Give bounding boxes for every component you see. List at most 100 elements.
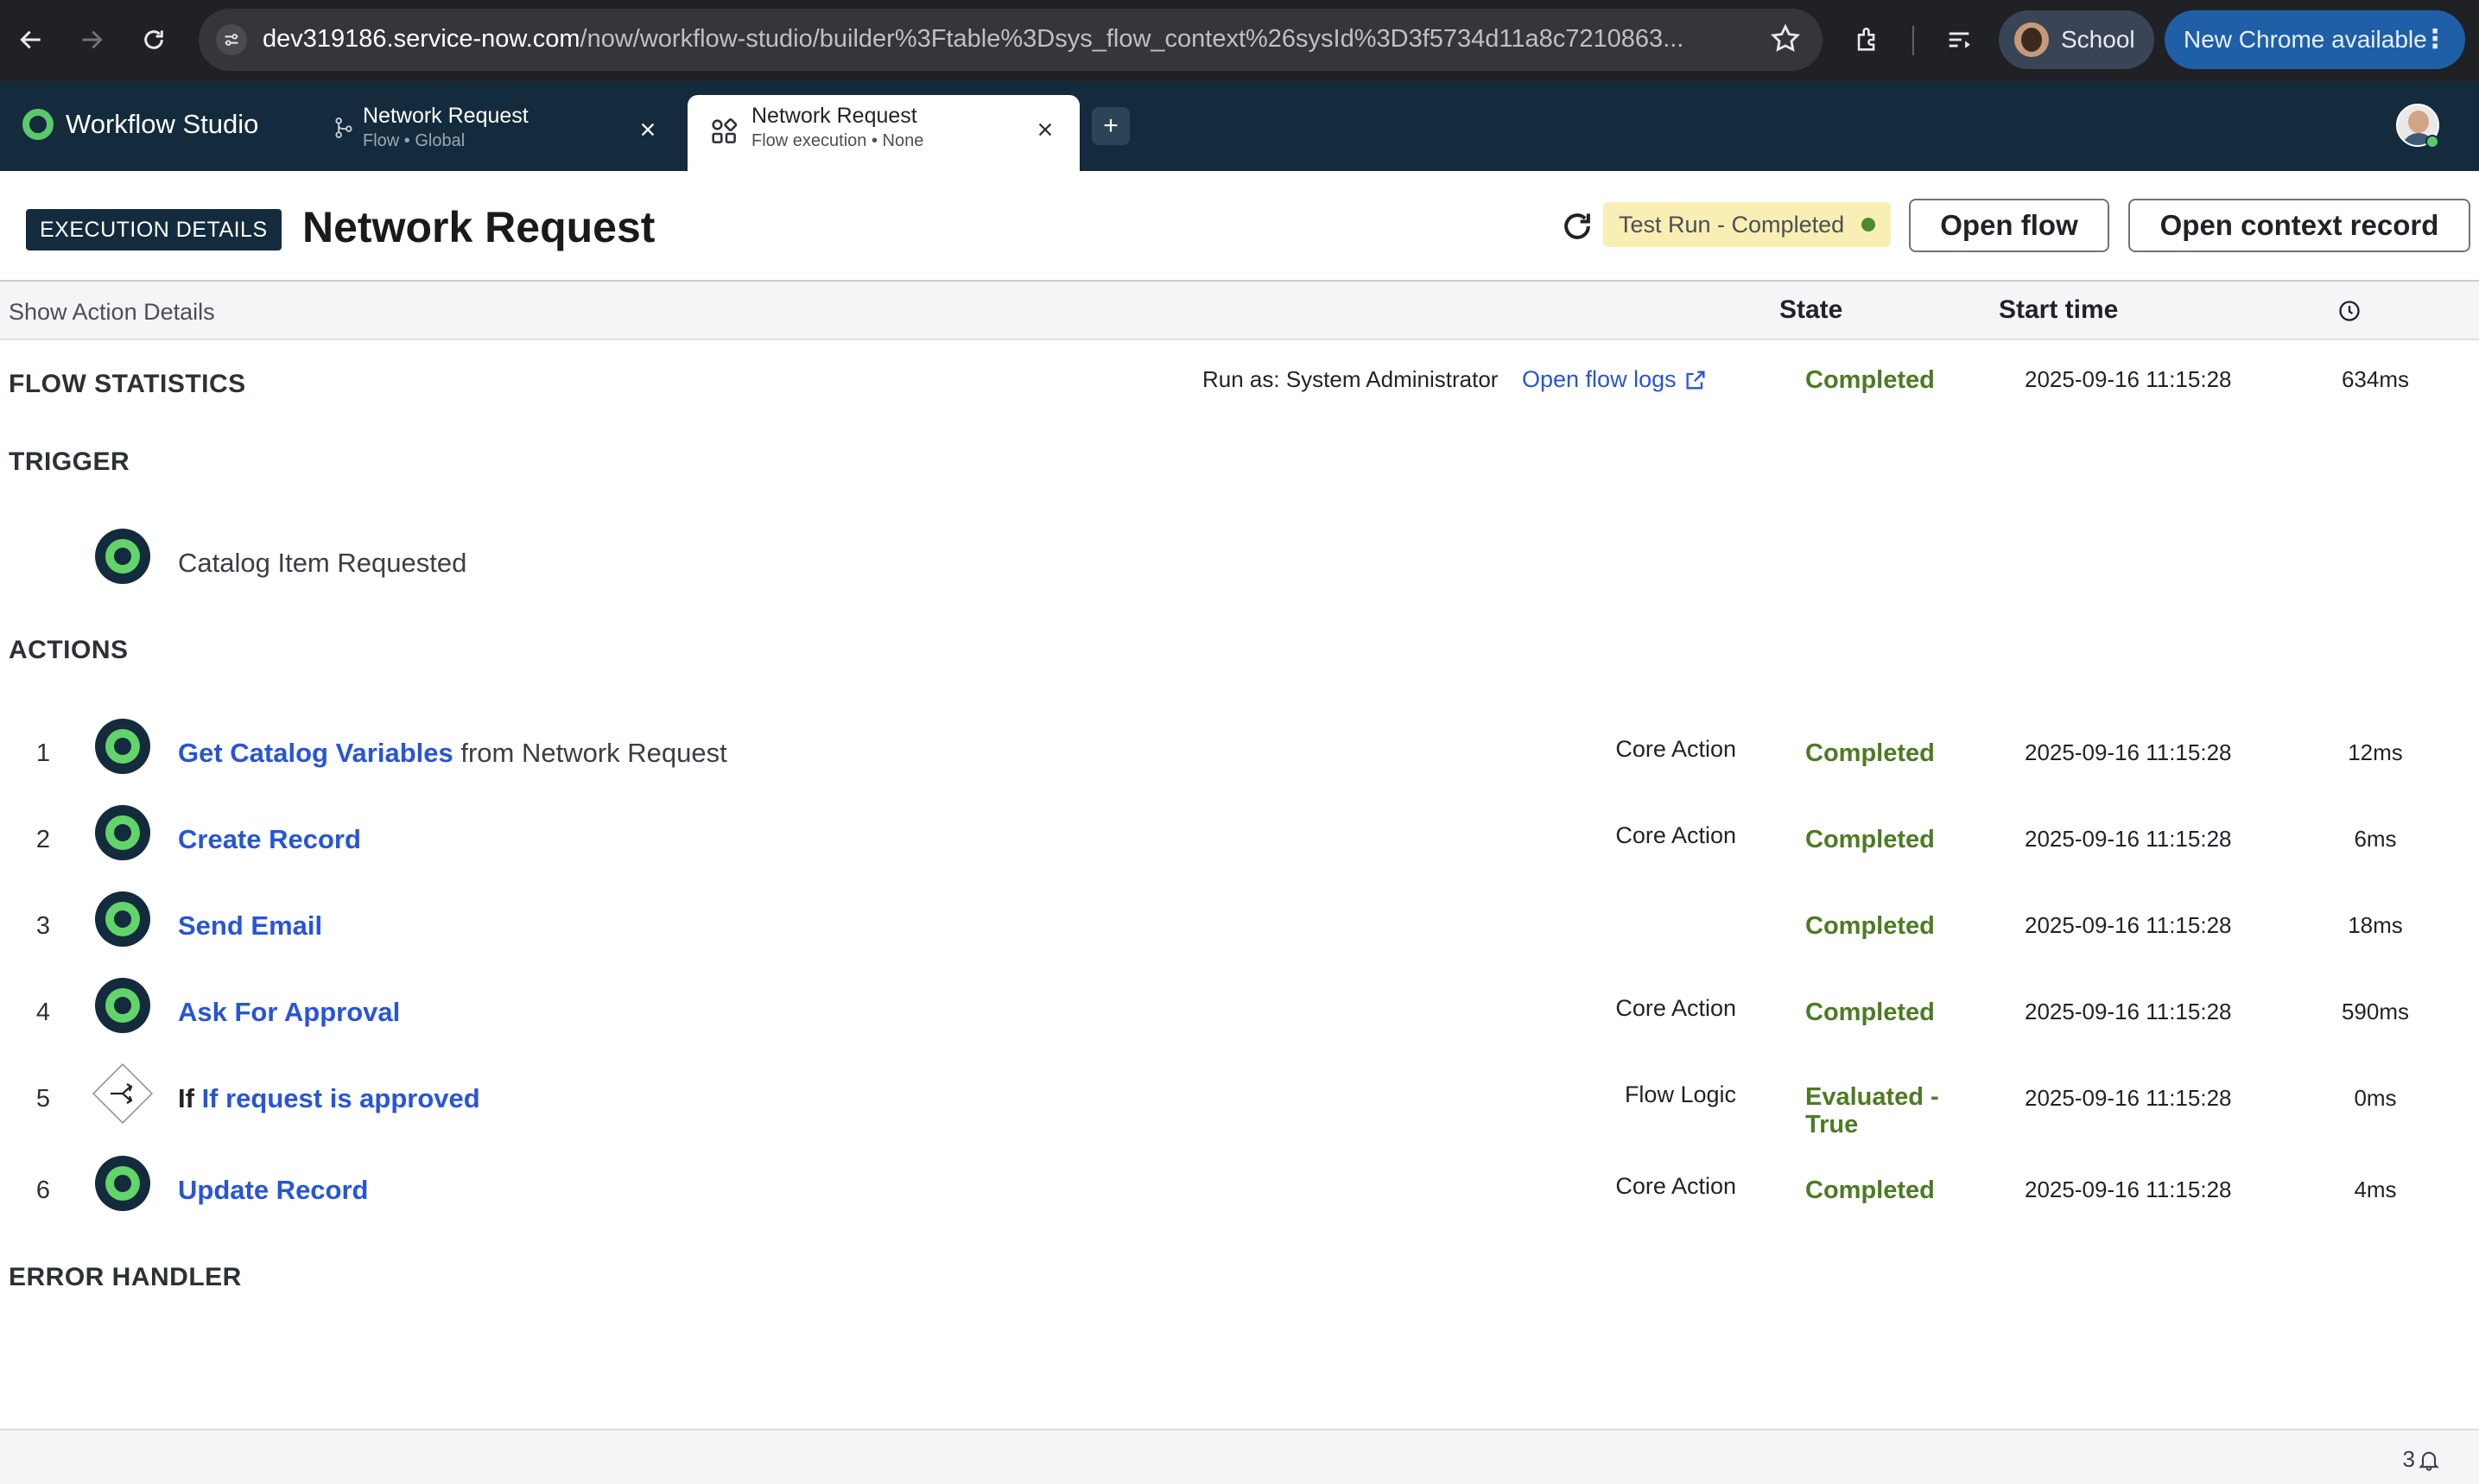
close-tab-icon[interactable] [632, 114, 663, 145]
close-tab-icon[interactable] [1030, 114, 1061, 145]
reload-icon[interactable] [133, 19, 174, 60]
if-prefix: If [178, 1083, 194, 1113]
flow-logic-branch-icon [88, 1059, 157, 1128]
action-start-time: 2025-09-16 11:15:28 [2025, 999, 2232, 1024]
flow-start-time: 2025-09-16 11:15:28 [2025, 366, 2232, 392]
bell-icon [2419, 1451, 2439, 1471]
clock-icon [2337, 299, 2362, 323]
condition-state: Evaluated - True [1805, 1083, 1939, 1138]
step-number: 6 [35, 1176, 51, 1204]
error-handler-heading: ERROR HANDLER [9, 1263, 242, 1291]
action-icon [95, 978, 150, 1033]
action-start-time: 2025-09-16 11:15:28 [2025, 1085, 2232, 1111]
site-settings-icon[interactable] [216, 24, 247, 55]
tab-subtitle: Flow execution • None [751, 131, 924, 150]
action-duration: 4ms [2354, 1176, 2397, 1202]
action-icon [95, 719, 150, 774]
profile-label: School [2061, 26, 2135, 53]
action-type: Core Action [1615, 995, 1736, 1021]
open-flow-logs-link[interactable]: Open flow logs [1522, 366, 1708, 393]
action-state: Completed [1805, 826, 1935, 853]
back-icon[interactable] [10, 19, 52, 60]
app-brand[interactable]: Workflow Studio [22, 109, 258, 140]
kebab-menu-icon[interactable]: ⋮ [2422, 24, 2448, 55]
presence-status-icon [2425, 135, 2439, 149]
trigger-icon [95, 529, 150, 584]
media-queue-icon[interactable] [1938, 19, 1980, 60]
step-number: 4 [35, 999, 51, 1026]
status-dot-icon [1861, 218, 1876, 231]
open-context-record-button[interactable]: Open context record [2128, 199, 2470, 252]
action-link[interactable]: Create Record [178, 824, 361, 854]
action-link[interactable]: Update Record [178, 1175, 368, 1205]
flow-execution-icon [708, 116, 743, 150]
action-duration: 18ms [2348, 912, 2403, 938]
action-link[interactable]: Send Email [178, 910, 322, 941]
action-state: Completed [1805, 912, 1935, 940]
extensions-icon[interactable] [1847, 19, 1888, 60]
tab-flow[interactable]: Network Request Flow • Global [311, 95, 682, 171]
step-number: 1 [35, 739, 51, 767]
tab-subtitle: Flow • Global [363, 131, 466, 150]
toolbar-divider [1912, 26, 1914, 55]
step-label: Create Record [178, 824, 361, 855]
profile-button[interactable]: School [1999, 10, 2154, 69]
url-text: dev319186.service-now.com/now/workflow-s… [263, 25, 1684, 53]
forward-icon[interactable] [71, 19, 112, 60]
update-label: New Chrome available [2184, 26, 2427, 53]
action-type: Core Action [1615, 1173, 1736, 1199]
action-start-time: 2025-09-16 11:15:28 [2025, 1176, 2232, 1202]
notifications-button[interactable]: 3 [2403, 1446, 2441, 1473]
new-tab-button[interactable]: + [1092, 107, 1130, 145]
step-label: Get Catalog Variables from Network Reque… [178, 738, 727, 769]
action-icon [95, 805, 150, 860]
app-header: Workflow Studio Network Request Flow • G… [0, 81, 2479, 171]
chrome-update-button[interactable]: New Chrome available ⋮ [2165, 10, 2465, 69]
trigger-name[interactable]: Catalog Item Requested [178, 548, 466, 579]
state-column-header: State [1779, 295, 1843, 324]
action-type: Core Action [1615, 736, 1736, 762]
open-flow-logs-label: Open flow logs [1522, 366, 1677, 392]
tab-flow-execution[interactable]: Network Request Flow execution • None [688, 95, 1080, 171]
page-title: Network Request [302, 203, 656, 251]
action-icon [95, 891, 150, 947]
action-duration: 0ms [2354, 1085, 2397, 1111]
action-link[interactable]: Get Catalog Variables [178, 738, 453, 768]
status-footer: 3 [0, 1429, 2479, 1484]
tab-title: Network Request [751, 104, 917, 128]
action-start-time: 2025-09-16 11:15:28 [2025, 826, 2232, 852]
step-label: If If request is approved [178, 1083, 480, 1114]
profile-avatar [2014, 22, 2049, 57]
condition-link[interactable]: If request is approved [202, 1083, 480, 1113]
action-duration: 12ms [2348, 739, 2403, 765]
open-flow-button[interactable]: Open flow [1909, 199, 2109, 252]
tab-title: Network Request [363, 104, 529, 128]
trigger-heading: TRIGGER [9, 447, 130, 476]
action-start-time: 2025-09-16 11:15:28 [2025, 739, 2232, 765]
action-state: Completed [1805, 999, 1935, 1026]
address-bar[interactable]: dev319186.service-now.com/now/workflow-s… [199, 9, 1823, 71]
action-state: Completed [1805, 1176, 1935, 1204]
bookmark-star-icon[interactable] [1769, 22, 1802, 60]
action-link[interactable]: Ask For Approval [178, 997, 400, 1027]
refresh-icon[interactable] [1558, 207, 1596, 245]
flow-duration: 634ms [2341, 366, 2410, 392]
external-link-icon [1686, 371, 1705, 389]
notification-count: 3 [2402, 1446, 2415, 1472]
execution-details-badge: EXECUTION DETAILS [26, 209, 282, 251]
step-label: Update Record [178, 1175, 368, 1206]
run-as-text: Run as: System Administrator [1202, 366, 1499, 392]
action-type: Flow Logic [1624, 1081, 1736, 1107]
step-number: 5 [35, 1085, 51, 1113]
action-type: Core Action [1615, 822, 1736, 848]
browser-toolbar: dev319186.service-now.com/now/workflow-s… [0, 0, 2479, 81]
action-suffix: from Network Request [460, 738, 727, 768]
table-header: Show Action Details State Start time [0, 282, 2479, 340]
flow-icon [332, 116, 366, 150]
action-start-time: 2025-09-16 11:15:28 [2025, 912, 2232, 938]
app-name: Workflow Studio [66, 109, 259, 139]
run-status-badge: Test Run - Completed [1603, 202, 1892, 247]
action-icon [95, 1156, 150, 1211]
condition-state-line: Evaluated - [1805, 1083, 1939, 1111]
show-action-details-toggle[interactable]: Show Action Details [9, 299, 215, 326]
